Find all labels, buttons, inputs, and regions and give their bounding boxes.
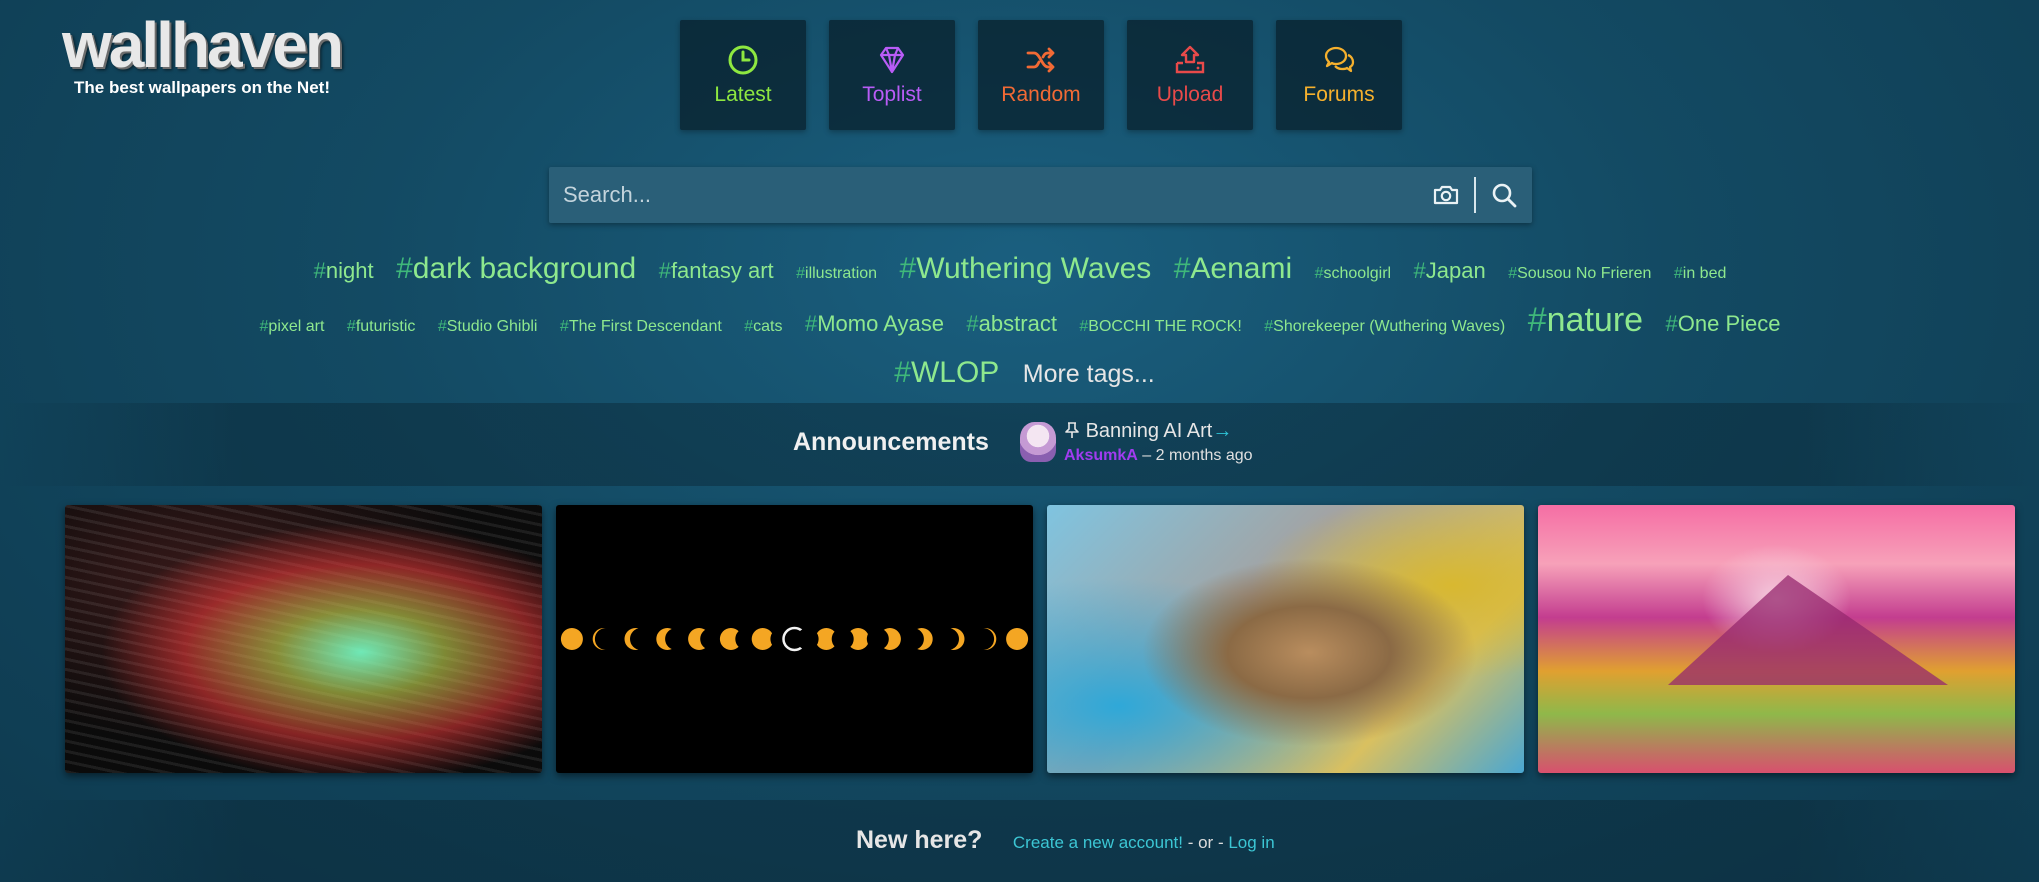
announcement-age: 2 months ago <box>1155 447 1253 464</box>
nav-forums-button[interactable]: Forums <box>1276 20 1402 130</box>
moon-shadow <box>901 628 924 650</box>
signup-prompt: New here? Create a new account! - or - L… <box>856 826 1275 855</box>
search-input[interactable] <box>549 167 1418 223</box>
announcement-post: Banning AI Art→ AksumkA – 2 months ago <box>1064 420 1253 465</box>
nav-toplist-label: Toplist <box>862 83 922 106</box>
meta-separator: – <box>1137 447 1156 464</box>
wallpaper-thumb-island[interactable] <box>1047 505 1524 773</box>
tag-link[interactable]: #The First Descendant <box>560 304 722 350</box>
mountain-shape <box>1668 575 1948 685</box>
tag-link[interactable]: #Sousou No Frieren <box>1508 251 1651 297</box>
tag-link[interactable]: #Japan <box>1414 248 1486 294</box>
tag-link[interactable]: #dark background <box>396 246 636 292</box>
tag-link[interactable]: #BOCCHI THE ROCK! <box>1079 304 1241 350</box>
wallpaper-thumb-mountain[interactable] <box>1538 505 2015 773</box>
moon-shadow <box>866 628 889 650</box>
tag-link[interactable]: #schoolgirl <box>1315 251 1392 297</box>
moon-shadow <box>594 628 617 650</box>
nav-toplist-button[interactable]: Toplist <box>829 20 955 130</box>
wallpaper-thumb-eclipse[interactable] <box>556 505 1033 773</box>
comments-icon <box>1324 46 1355 73</box>
moon-shadow <box>972 628 995 650</box>
tag-link[interactable]: #abstract <box>966 301 1057 347</box>
search-submit-button[interactable] <box>1476 167 1532 223</box>
tag-link[interactable]: #WLOP <box>894 350 999 396</box>
tag-link[interactable]: #Momo Ayase <box>805 301 944 347</box>
announcement-title: Banning AI Art <box>1085 420 1213 442</box>
tag-link[interactable]: #fantasy art <box>659 248 774 294</box>
tag-link[interactable]: #Wuthering Waves <box>900 246 1152 292</box>
search-bar <box>549 167 1532 223</box>
nav-random-button[interactable]: Random <box>978 20 1104 130</box>
moon-shadow <box>630 628 652 650</box>
tag-link[interactable]: #Shorekeeper (Wuthering Waves) <box>1264 304 1505 350</box>
tag-link[interactable]: #One Piece <box>1666 301 1781 347</box>
more-tags-link[interactable]: More tags... <box>1023 360 1155 388</box>
eclipse-phase <box>1006 628 1029 650</box>
shuffle-icon <box>1026 47 1055 73</box>
login-link[interactable]: Log in <box>1228 833 1274 852</box>
moon-shadow <box>831 628 854 650</box>
eclipse-sequence-image <box>560 626 1029 652</box>
tag-link[interactable]: #in bed <box>1674 251 1727 297</box>
main-nav: Latest Toplist Random Upload Forums <box>680 20 1402 130</box>
tag-link[interactable]: #illustration <box>796 251 877 297</box>
camera-icon <box>1433 185 1459 205</box>
nav-upload-button[interactable]: Upload <box>1127 20 1253 130</box>
tag-link[interactable]: #Studio Ghibli <box>438 304 538 350</box>
clock-icon <box>728 45 758 75</box>
tag-link[interactable]: #cats <box>744 304 782 350</box>
or-separator: - or - <box>1183 833 1229 852</box>
tag-link[interactable]: #nature <box>1528 297 1643 343</box>
wallpaper-thumb-tunnel[interactable] <box>65 505 542 773</box>
tag-link[interactable]: #pixel art <box>260 304 325 350</box>
announcement-meta: AksumkA – 2 months ago <box>1064 447 1253 465</box>
moon-shadow <box>665 628 688 650</box>
tag-link[interactable]: #night <box>314 248 374 294</box>
nav-upload-label: Upload <box>1156 83 1224 106</box>
search-icon <box>1492 183 1517 208</box>
moon-shadow <box>937 628 959 650</box>
nav-latest-button[interactable]: Latest <box>680 20 806 130</box>
tag-link[interactable]: #futuristic <box>347 304 415 350</box>
newhere-heading: New here? <box>856 826 983 854</box>
announcements-heading: Announcements <box>793 428 989 456</box>
avatar[interactable] <box>1020 422 1056 462</box>
nav-latest-label: Latest <box>714 83 772 106</box>
site-logo[interactable]: wallhaven The best wallpapers on the Net… <box>62 10 362 98</box>
announcement-link[interactable]: Banning AI Art→ <box>1064 420 1253 443</box>
upload-icon <box>1175 45 1205 74</box>
moon-shadow <box>796 628 819 650</box>
logo-wordmark: wallhaven <box>62 9 344 81</box>
arrow-right-icon: → <box>1212 420 1233 442</box>
pin-icon <box>1065 422 1079 438</box>
author-link[interactable]: AksumkA <box>1064 447 1138 464</box>
tag-link[interactable]: #Aenami <box>1174 246 1292 292</box>
logo-tagline: The best wallpapers on the Net! <box>74 78 330 97</box>
eclipse-phase <box>560 628 583 650</box>
moon-shadow <box>700 628 723 650</box>
nav-forums-label: Forums <box>1303 83 1375 106</box>
diamond-icon <box>879 46 905 74</box>
nav-random-label: Random <box>1001 83 1081 106</box>
popular-tags: #night #dark background #fantasy art #il… <box>180 246 1860 401</box>
featured-wallpapers <box>65 505 2015 773</box>
image-search-button[interactable] <box>1418 167 1474 223</box>
create-account-link[interactable]: Create a new account! <box>1013 833 1183 852</box>
